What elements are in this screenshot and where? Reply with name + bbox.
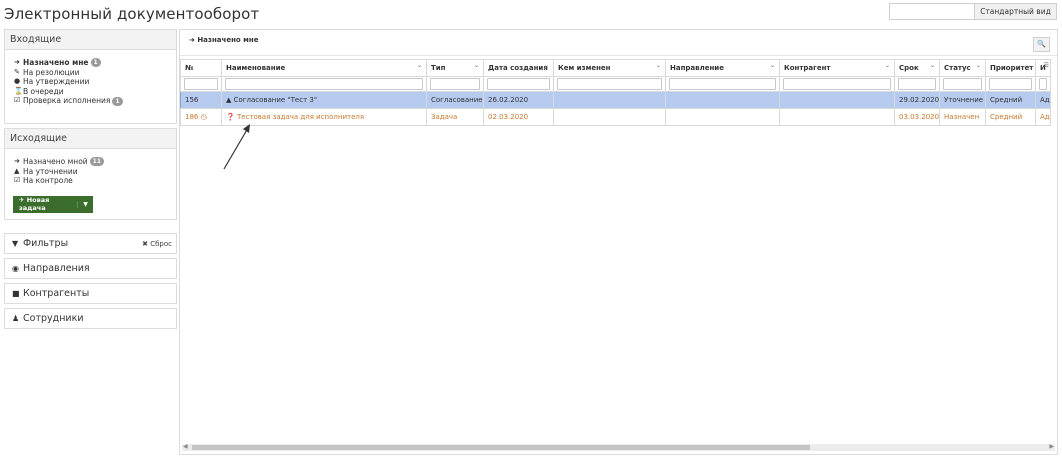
main-panel: ➜ Назначено мне 🔍 № Наименование ⌄ Тип ⌄ Д… [179, 29, 1058, 455]
main-title: ➜ Назначено мне [189, 36, 259, 44]
filter-input[interactable] [430, 78, 480, 90]
col-name[interactable]: Наименование ⌄ [221, 59, 427, 77]
sign-in-icon: ➜ [189, 36, 195, 44]
sort-icon: ⌄ [473, 62, 479, 69]
col-due[interactable]: Срок ⌄ [894, 59, 940, 77]
horizontal-scrollbar[interactable]: ◀ ▶ [182, 443, 1055, 451]
scroll-right-icon[interactable]: ▶ [1049, 443, 1054, 450]
filter-input[interactable] [898, 78, 936, 90]
compass-icon: ◉ [12, 264, 19, 273]
sort-icon: ⌄ [655, 62, 661, 69]
check-square-icon: ☑ [14, 176, 21, 185]
main-header: ➜ Назначено мне 🔍 [180, 30, 1057, 56]
incoming-panel: Входящие ➜ Назначено мне 1 ✎ На резолюци… [4, 29, 177, 124]
outgoing-item-on-control[interactable]: ☑ На контроле [14, 176, 176, 186]
filter-row [180, 76, 1051, 92]
close-icon: ✖ [142, 240, 148, 248]
reset-filters-link[interactable]: ✖ Сброс [142, 234, 172, 254]
send-icon: ✈ [19, 196, 25, 205]
incoming-item-on-approval[interactable]: ● На утверждении [14, 77, 176, 87]
scrollbar-thumb[interactable] [192, 445, 810, 450]
sign-in-icon: ➜ [14, 58, 20, 66]
briefcase-icon: ■ [12, 289, 20, 298]
table-row[interactable]: 156 ▲ Согласование "Тест 3" Согласование… [180, 91, 1051, 109]
col-extra[interactable]: И ☰ [1035, 59, 1051, 77]
col-priority[interactable]: Приоритет ⌄ [985, 59, 1036, 77]
filter-input[interactable] [989, 78, 1032, 90]
search-button[interactable]: 🔍 [1033, 37, 1050, 52]
standard-view-button[interactable]: Стандартный вид [974, 4, 1056, 19]
filter-icon: ▼ [12, 239, 19, 248]
col-status[interactable]: Статус ⌄ [939, 59, 986, 77]
outgoing-header: Исходящие [5, 129, 176, 149]
sign-out-icon: ➜ [14, 157, 20, 165]
incoming-item-execution-check[interactable]: ☑ Проверка исполнения 1 [14, 96, 176, 106]
tasks-table: № Наименование ⌄ Тип ⌄ Дата создания ⌄ Кем … [180, 59, 1051, 126]
incoming-item-on-resolution[interactable]: ✎ На резолюции [14, 68, 176, 78]
sort-icon: ⌄ [975, 62, 981, 69]
scroll-left-icon[interactable]: ◀ [183, 443, 188, 450]
header-row: № Наименование ⌄ Тип ⌄ Дата создания ⌄ Кем … [180, 59, 1051, 77]
new-task-button[interactable]: ✈ Новая задача ▼ [13, 195, 93, 213]
sort-icon: ⌄ [543, 62, 549, 69]
directions-section[interactable]: ◉ Направления [4, 258, 177, 279]
filter-input[interactable] [557, 78, 662, 90]
outgoing-item-assigned-by-me[interactable]: ➜ Назначено мной 11 [14, 157, 176, 167]
columns-menu-icon[interactable]: ☰ [1044, 62, 1049, 69]
incoming-header: Входящие [5, 30, 176, 50]
outgoing-item-clarification[interactable]: ▲ На уточнении [14, 167, 176, 177]
sort-icon: ⌄ [1025, 62, 1031, 69]
sort-icon: ⌄ [416, 62, 422, 69]
warning-icon: ▲ [226, 96, 232, 104]
incoming-item-queue[interactable]: ⌛ В очереди [14, 87, 176, 97]
filter-input[interactable] [783, 78, 891, 90]
col-number[interactable]: № [180, 59, 222, 77]
col-changed-by[interactable]: Кем изменен ⌄ [553, 59, 666, 77]
caret-down-icon: ▼ [83, 200, 88, 208]
col-created[interactable]: Дата создания ⌄ [483, 59, 554, 77]
annotation-arrow-icon [223, 124, 250, 170]
col-direction[interactable]: Направление ⌄ [665, 59, 780, 77]
edit-icon: ✎ [14, 67, 20, 76]
filter-input[interactable] [1039, 78, 1047, 90]
table-row[interactable]: 186 ◷ ❓ Тестовая задача для исполнителя … [180, 108, 1051, 126]
count-badge: 11 [89, 157, 105, 167]
col-contractor[interactable]: Контрагент ⌄ [779, 59, 895, 77]
filter-input[interactable] [184, 78, 218, 90]
count-badge: 1 [112, 96, 123, 106]
clock-icon: ◷ [200, 113, 207, 121]
sort-icon: ⌄ [884, 62, 890, 69]
new-task-dropdown[interactable]: ▼ [77, 200, 93, 208]
filter-input[interactable] [225, 78, 423, 90]
outgoing-panel: Исходящие ➜ Назначено мной 11 ▲ На уточн… [4, 128, 177, 220]
hourglass-icon: ⌛ [14, 86, 23, 95]
incoming-item-assigned-to-me[interactable]: ➜ Назначено мне 1 [14, 58, 176, 68]
filter-input[interactable] [487, 78, 550, 90]
col-type[interactable]: Тип ⌄ [426, 59, 484, 77]
question-circle-icon: ❓ [226, 113, 235, 121]
warning-icon: ▲ [14, 166, 20, 175]
user-icon: ♟ [12, 314, 20, 323]
check-square-icon: ☑ [14, 96, 21, 105]
employees-section[interactable]: ♟ Сотрудники [4, 308, 177, 329]
view-switch: Стандартный вид [889, 3, 1057, 20]
sort-icon: ⌄ [929, 62, 935, 69]
page-title: Электронный документооборот [4, 5, 260, 23]
count-badge: 1 [90, 58, 101, 68]
search-icon: 🔍 [1037, 40, 1046, 48]
filter-input[interactable] [943, 78, 982, 90]
view-switch-blank[interactable] [890, 4, 974, 19]
contractors-section[interactable]: ■ Контрагенты [4, 283, 177, 304]
check-circle-icon: ● [14, 77, 21, 86]
filter-input[interactable] [669, 78, 776, 90]
filters-section[interactable]: ▼ Фильтры ✖ Сброс [4, 233, 177, 254]
sort-icon: ⌄ [769, 62, 775, 69]
